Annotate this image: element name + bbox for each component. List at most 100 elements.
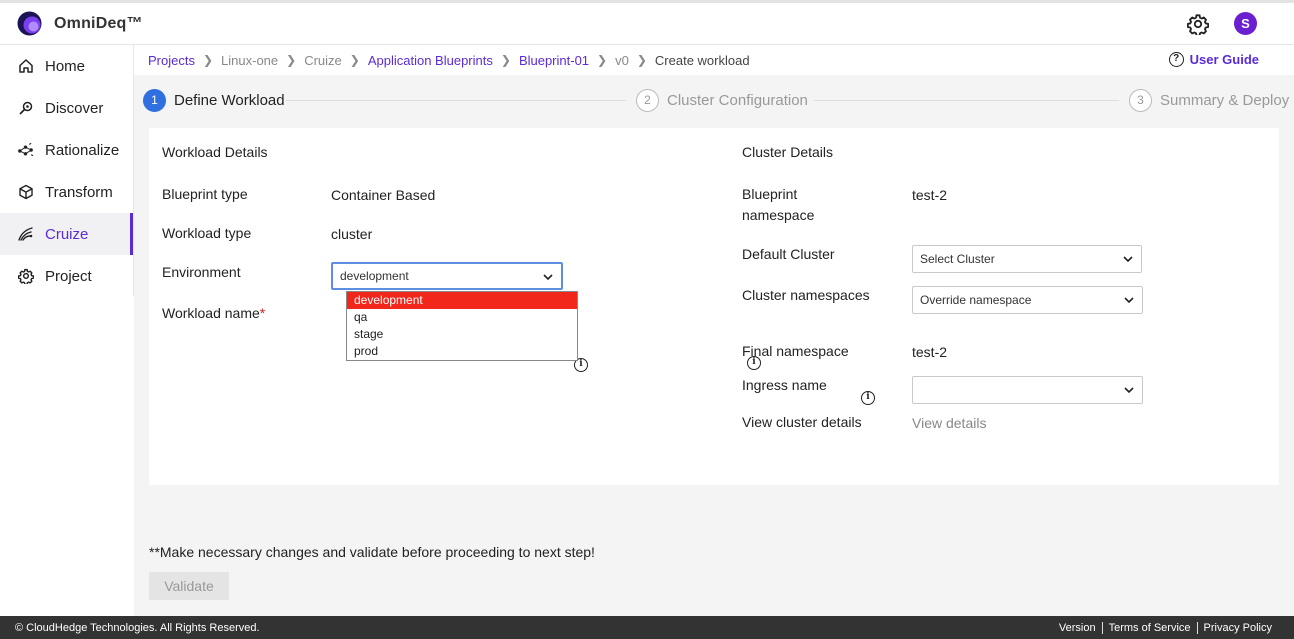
chevron-right-icon: ❯: [202, 53, 214, 67]
chevron-down-icon: [1124, 297, 1134, 304]
rationalize-icon: [17, 142, 34, 159]
blueprint-namespace-label: Blueprint namespace: [742, 184, 814, 226]
required-mark: *: [259, 305, 266, 321]
final-namespace-value: test-2: [912, 344, 948, 360]
environment-option-prod[interactable]: prod: [347, 343, 577, 360]
chevron-right-icon: ❯: [286, 53, 297, 67]
sidebar-item-label: Home: [45, 57, 86, 75]
view-cluster-details-label: View cluster details: [742, 414, 862, 430]
validate-button[interactable]: Validate: [149, 572, 229, 600]
step-number: 3: [1129, 89, 1152, 112]
environment-option-development[interactable]: development: [347, 292, 577, 309]
environment-label: Environment: [162, 264, 241, 280]
step-label: Cluster Configuration: [667, 92, 808, 109]
breadcrumb-application-blueprints[interactable]: Application Blueprints: [368, 53, 493, 68]
sidebar-item-transform[interactable]: Transform: [0, 171, 133, 213]
sidebar-item-label: Discover: [45, 99, 104, 117]
chevron-down-icon: [543, 274, 553, 281]
cube-icon: [17, 184, 34, 201]
workload-name-label: Workload name*: [162, 303, 265, 324]
user-avatar[interactable]: S: [1234, 12, 1257, 35]
chevron-down-icon: [1123, 256, 1133, 263]
step-number: 1: [143, 89, 166, 112]
footer: © CloudHedge Technologies. All Rights Re…: [0, 616, 1294, 639]
default-cluster-select-value: Select Cluster: [920, 252, 995, 266]
breadcrumb-cruize: Cruize: [304, 52, 342, 68]
home-icon: [17, 58, 34, 75]
sidebar: Home Discover Rationalize Transform Crui…: [0, 45, 134, 616]
final-namespace-label: Final namespace: [742, 343, 849, 359]
sidebar-item-label: Project: [45, 267, 92, 285]
brand-name: OmniDeq™: [54, 15, 143, 32]
footer-link-terms[interactable]: Terms of Service: [1101, 621, 1197, 634]
footer-links: Version Terms of Service Privacy Policy: [1053, 621, 1278, 634]
omnideq-logo-icon[interactable]: [17, 11, 42, 36]
sidebar-item-cruize[interactable]: Cruize: [0, 213, 133, 255]
gear-icon: [17, 268, 34, 285]
user-guide-link[interactable]: ? User Guide: [1168, 52, 1259, 67]
step-summary-deploy[interactable]: 3 Summary & Deploy: [1129, 89, 1289, 112]
step-cluster-configuration[interactable]: 2 Cluster Configuration: [636, 89, 808, 112]
top-bar: OmniDeq™ S: [0, 0, 1294, 45]
breadcrumb-projects[interactable]: Projects: [148, 53, 195, 68]
user-guide-label: User Guide: [1189, 52, 1259, 67]
sidebar-item-label: Rationalize: [45, 141, 120, 159]
sidebar-item-home[interactable]: Home: [0, 45, 133, 87]
step-label: Summary & Deploy: [1160, 92, 1290, 109]
blueprint-namespace-label-line1: Blueprint: [742, 186, 798, 202]
stepper-line: [814, 100, 1119, 101]
sidebar-item-rationalize[interactable]: Rationalize: [0, 129, 133, 171]
chevron-right-icon: ❯: [636, 53, 647, 67]
environment-option-stage[interactable]: stage: [347, 326, 577, 343]
view-details-link[interactable]: View details: [912, 415, 986, 431]
chevron-down-icon: [1124, 387, 1134, 394]
sidebar-item-project[interactable]: Project: [0, 255, 133, 297]
footer-link-version[interactable]: Version: [1053, 622, 1102, 634]
workload-form-card: Workload Details Blueprint type Containe…: [149, 128, 1279, 485]
breadcrumb-version: v0: [615, 52, 629, 68]
breadcrumb-create-workload: Create workload: [654, 52, 750, 68]
cluster-namespaces-label: Cluster namespaces: [742, 287, 870, 303]
cluster-details-title: Cluster Details: [742, 144, 834, 160]
cluster-namespace-select[interactable]: Override namespace: [912, 286, 1143, 314]
footer-copyright: © CloudHedge Technologies. All Rights Re…: [15, 621, 260, 634]
stepper-line: [286, 100, 626, 101]
chevron-right-icon: ❯: [597, 53, 608, 67]
settings-gear-icon[interactable]: [1187, 13, 1209, 35]
chevron-right-icon: ❯: [349, 53, 360, 67]
environment-dropdown: development qa stage prod: [346, 291, 578, 361]
breadcrumb: Projects ❯ Linux-one ❯ Cruize ❯ Applicat…: [134, 45, 1294, 75]
blueprint-type-label: Blueprint type: [162, 186, 248, 202]
main-content: Projects ❯ Linux-one ❯ Cruize ❯ Applicat…: [134, 45, 1294, 616]
step-label: Define Workload: [174, 92, 285, 109]
sidebar-item-label: Transform: [45, 183, 113, 201]
sidebar-nav: Home Discover Rationalize Transform Crui…: [0, 45, 134, 296]
ingress-name-select[interactable]: [912, 376, 1143, 404]
step-number: 2: [636, 89, 659, 112]
help-circle-icon: ?: [1168, 52, 1184, 67]
discover-icon: [17, 100, 34, 117]
footer-link-privacy[interactable]: Privacy Policy: [1196, 621, 1278, 634]
ingress-name-label: Ingress name: [742, 377, 827, 393]
sidebar-item-discover[interactable]: Discover: [0, 87, 133, 129]
workload-name-label-text: Workload name: [162, 305, 260, 321]
workload-type-value: cluster: [331, 226, 373, 242]
environment-select[interactable]: development: [331, 262, 563, 290]
breadcrumb-linux-one: Linux-one: [221, 52, 279, 68]
cruize-icon: [17, 226, 34, 243]
default-cluster-select[interactable]: Select Cluster: [912, 245, 1142, 273]
sidebar-item-label: Cruize: [45, 225, 89, 243]
chevron-right-icon: ❯: [500, 53, 511, 67]
environment-option-qa[interactable]: qa: [347, 309, 577, 326]
final-namespace-info-icon[interactable]: i: [861, 391, 875, 405]
breadcrumb-blueprint-01[interactable]: Blueprint-01: [519, 53, 589, 68]
validation-note: **Make necessary changes and validate be…: [149, 544, 595, 560]
cluster-namespace-select-value: Override namespace: [920, 293, 1032, 307]
workload-type-label: Workload type: [162, 225, 252, 241]
step-define-workload[interactable]: 1 Define Workload: [143, 89, 285, 112]
blueprint-namespace-label-line2: namespace: [742, 207, 815, 223]
workload-details-title: Workload Details: [162, 144, 268, 160]
blueprint-namespace-value: test-2: [912, 187, 948, 203]
environment-select-value: development: [340, 269, 409, 283]
blueprint-type-value: Container Based: [331, 187, 436, 203]
